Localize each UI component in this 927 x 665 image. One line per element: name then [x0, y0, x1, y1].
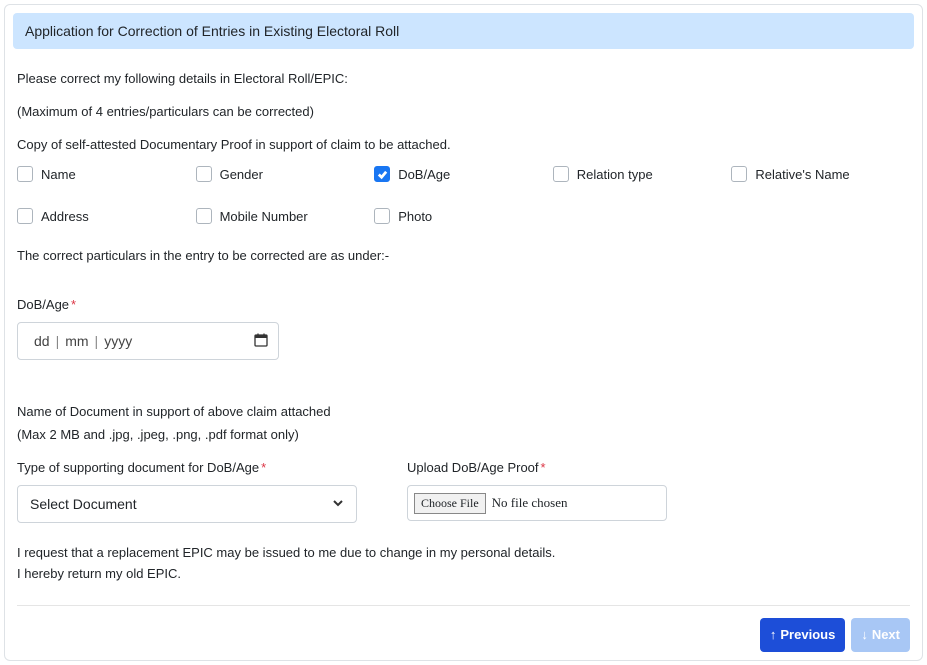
checkbox-label: Relation type	[577, 167, 653, 182]
checkbox-mobile-number[interactable]: Mobile Number	[196, 208, 375, 224]
checkbox-box[interactable]	[374, 166, 390, 182]
file-status-text: No file chosen	[492, 495, 568, 511]
checkbox-label: Relative's Name	[755, 167, 849, 182]
intro-line-1: Please correct my following details in E…	[17, 71, 910, 86]
checkbox-relatives-name[interactable]: Relative's Name	[731, 166, 910, 182]
checkbox-box[interactable]	[374, 208, 390, 224]
checkbox-box[interactable]	[731, 166, 747, 182]
chevron-down-icon	[332, 496, 344, 512]
dob-label-text: DoB/Age	[17, 297, 69, 312]
document-section: Name of Document in support of above cla…	[17, 404, 910, 523]
form-container: Application for Correction of Entries in…	[4, 4, 923, 661]
checkbox-photo[interactable]: Photo	[374, 208, 553, 224]
divider	[17, 605, 910, 606]
required-asterisk: *	[541, 460, 546, 475]
checkbox-box[interactable]	[196, 166, 212, 182]
dob-date-input[interactable]: dd | mm | yyyy	[17, 322, 279, 360]
doc-subtitle: (Max 2 MB and .jpg, .jpeg, .png, .pdf fo…	[17, 427, 910, 442]
checkbox-box[interactable]	[553, 166, 569, 182]
declaration-line-1: I request that a replacement EPIC may be…	[17, 543, 910, 564]
intro-line-2: (Maximum of 4 entries/particulars can be…	[17, 104, 910, 119]
dob-field-section: DoB/Age* dd | mm | yyyy	[17, 297, 910, 360]
arrow-down-icon: ↓	[861, 627, 868, 642]
doc-type-label: Type of supporting document for DoB/Age*	[17, 460, 357, 475]
doc-type-select[interactable]: Select Document	[17, 485, 357, 523]
upload-row: Type of supporting document for DoB/Age*…	[17, 460, 910, 523]
dob-label: DoB/Age*	[17, 297, 910, 312]
checkbox-name[interactable]: Name	[17, 166, 196, 182]
checkbox-grid: Name Gender DoB/Age Relation type Relati…	[17, 166, 910, 224]
upload-proof-col: Upload DoB/Age Proof* Choose File No fil…	[407, 460, 667, 523]
checkbox-label: Address	[41, 209, 89, 224]
checkbox-label: Gender	[220, 167, 263, 182]
declaration-line-2: I hereby return my old EPIC.	[17, 564, 910, 585]
next-button[interactable]: ↓ Next	[851, 618, 910, 652]
checkbox-label: Name	[41, 167, 76, 182]
upload-label-text: Upload DoB/Age Proof	[407, 460, 539, 475]
calendar-icon[interactable]	[254, 333, 268, 350]
arrow-up-icon: ↑	[770, 627, 777, 642]
checkbox-address[interactable]: Address	[17, 208, 196, 224]
prev-label: Previous	[780, 627, 835, 642]
date-mm: mm	[59, 333, 94, 349]
required-asterisk: *	[261, 460, 266, 475]
choose-file-button[interactable]: Choose File	[414, 493, 486, 514]
checkbox-box[interactable]	[17, 166, 33, 182]
section-title: Application for Correction of Entries in…	[25, 23, 399, 39]
section-header: Application for Correction of Entries in…	[13, 13, 914, 49]
date-dd: dd	[28, 333, 56, 349]
checkbox-relation-type[interactable]: Relation type	[553, 166, 732, 182]
intro-line-3: Copy of self-attested Documentary Proof …	[17, 137, 910, 152]
checkbox-dob-age[interactable]: DoB/Age	[374, 166, 553, 182]
checkbox-label: DoB/Age	[398, 167, 450, 182]
select-placeholder: Select Document	[30, 496, 137, 512]
doc-title: Name of Document in support of above cla…	[17, 404, 910, 419]
form-body: Please correct my following details in E…	[13, 49, 914, 652]
file-input[interactable]: Choose File No file chosen	[407, 485, 667, 521]
correct-particulars-line: The correct particulars in the entry to …	[17, 248, 910, 263]
checkbox-box[interactable]	[196, 208, 212, 224]
required-asterisk: *	[71, 297, 76, 312]
upload-label: Upload DoB/Age Proof*	[407, 460, 667, 475]
checkbox-box[interactable]	[17, 208, 33, 224]
footer-buttons: ↑ Previous ↓ Next	[17, 618, 910, 652]
next-label: Next	[872, 627, 900, 642]
checkbox-gender[interactable]: Gender	[196, 166, 375, 182]
doc-type-col: Type of supporting document for DoB/Age*…	[17, 460, 357, 523]
declaration-text: I request that a replacement EPIC may be…	[17, 543, 910, 585]
doc-type-label-text: Type of supporting document for DoB/Age	[17, 460, 259, 475]
previous-button[interactable]: ↑ Previous	[760, 618, 845, 652]
checkbox-label: Photo	[398, 209, 432, 224]
date-yyyy: yyyy	[98, 333, 138, 349]
checkbox-label: Mobile Number	[220, 209, 308, 224]
